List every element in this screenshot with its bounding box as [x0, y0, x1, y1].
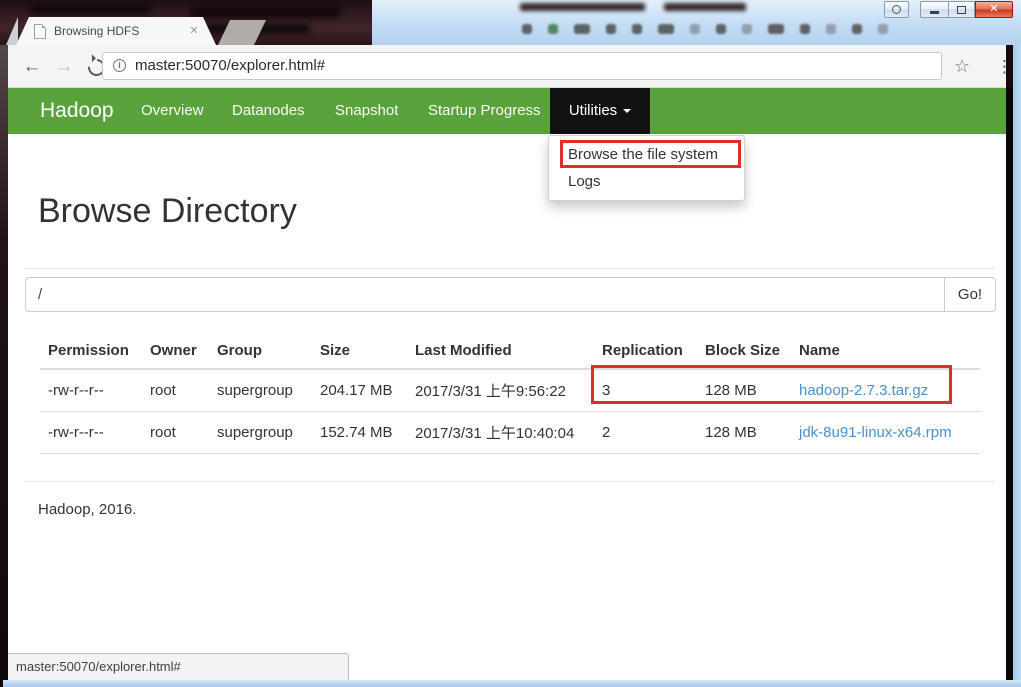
hadoop-navbar: Hadoop Overview Datanodes Snapshot Start…: [8, 88, 1006, 134]
column-header-permission: Permission: [40, 333, 142, 370]
blurred-title-text: [520, 3, 645, 11]
page-title: Browse Directory: [38, 192, 297, 230]
close-icon: ✕: [989, 3, 999, 15]
status-bar: master:50070/explorer.html#: [8, 653, 349, 680]
desktop-gap: [1006, 88, 1013, 680]
file-link[interactable]: jdk-8u91-linux-x64.rpm: [799, 424, 952, 441]
circle-icon: [892, 5, 901, 14]
column-header-size: Size: [312, 333, 407, 370]
background-window-edge: [1013, 45, 1021, 687]
nav-item-snapshot[interactable]: Snapshot: [335, 88, 398, 134]
cell-permission: -rw-r--r--: [40, 369, 142, 412]
dropdown-item-logs[interactable]: Logs: [549, 168, 744, 195]
forward-button: →: [54, 56, 74, 77]
url-text: master:50070/explorer.html#: [135, 57, 326, 74]
nav-item-startup-progress[interactable]: Startup Progress: [428, 88, 541, 134]
cell-block-size: 128 MB: [697, 411, 791, 454]
cell-owner: root: [142, 411, 209, 454]
cell-group: supergroup: [209, 411, 312, 454]
blurred-window-detail: [30, 4, 150, 14]
column-header-owner: Owner: [142, 333, 209, 370]
cell-group: supergroup: [209, 369, 312, 412]
cell-permission: -rw-r--r--: [40, 411, 142, 454]
nav-item-utilities-label: Utilities: [568, 102, 618, 119]
address-bar[interactable]: i master:50070/explorer.html#: [102, 52, 942, 80]
nav-item-datanodes[interactable]: Datanodes: [232, 88, 305, 134]
blurred-toolbar-icon: [716, 24, 726, 34]
blurred-toolbar-icon: [690, 24, 700, 34]
annotation-box-table-row: [591, 365, 952, 404]
column-header-replication: Replication: [594, 333, 697, 370]
maximize-button[interactable]: [948, 1, 975, 18]
page-content: Hadoop Overview Datanodes Snapshot Start…: [8, 88, 1006, 680]
path-input[interactable]: [25, 277, 945, 312]
blurred-toolbar-icon: [632, 24, 642, 34]
blurred-toolbar-icon: [878, 24, 888, 34]
blurred-title-text: [664, 3, 746, 11]
titlebar-extra-button[interactable]: [884, 1, 909, 18]
window-bottom-border: [3, 680, 1021, 687]
browser-menu-icon[interactable]: ⋮: [996, 53, 1013, 81]
nav-item-utilities[interactable]: Utilities: [550, 88, 650, 134]
browser-toolbar: ← → i master:50070/explorer.html# ☆ ⋮: [8, 45, 1013, 88]
blurred-toolbar-icon: [742, 24, 752, 34]
blurred-toolbar-icon: [826, 24, 836, 34]
site-info-icon[interactable]: i: [113, 59, 126, 72]
annotation-box-browse-file-system: [560, 140, 741, 168]
blurred-toolbar-icon: [658, 24, 674, 34]
blurred-toolbar-icon: [548, 24, 558, 34]
caret-down-icon: [623, 109, 632, 114]
minimize-button[interactable]: [920, 1, 948, 18]
bookmark-star-icon[interactable]: ☆: [954, 52, 970, 80]
divider: [25, 268, 995, 269]
blurred-toolbar-icon: [852, 24, 862, 34]
blurred-window-detail: [190, 6, 340, 18]
table-row: -rw-r--r-- root supergroup 152.74 MB 201…: [40, 411, 980, 454]
tab-title: Browsing HDFS: [54, 24, 140, 38]
footer-text: Hadoop, 2016.: [38, 501, 137, 518]
column-header-name: Name: [791, 333, 980, 370]
blurred-toolbar-icon: [574, 24, 590, 34]
cell-size: 152.74 MB: [312, 411, 407, 454]
cell-replication: 2: [594, 411, 697, 454]
page-icon: [34, 24, 46, 39]
cell-name: jdk-8u91-linux-x64.rpm: [791, 411, 980, 454]
blurred-toolbar-icon: [800, 24, 810, 34]
back-button[interactable]: ←: [18, 53, 46, 81]
nav-item-overview[interactable]: Overview: [141, 88, 204, 134]
blurred-toolbar-icon: [606, 24, 616, 34]
blurred-toolbar-icon: [522, 24, 532, 34]
minimize-icon: [930, 11, 939, 14]
close-window-button[interactable]: ✕: [975, 1, 1013, 18]
cell-owner: root: [142, 369, 209, 412]
navbar-brand[interactable]: Hadoop: [40, 88, 114, 134]
column-header-group: Group: [209, 333, 312, 370]
blurred-toolbar-icon: [768, 24, 784, 34]
cell-size: 204.17 MB: [312, 369, 407, 412]
screen: ✕ Browsing HDFS ✕ ← → i master:50070/exp…: [0, 0, 1021, 687]
tab-close-icon[interactable]: ✕: [184, 17, 204, 45]
table-header-row: Permission Owner Group Size Last Modifie…: [40, 333, 980, 370]
browser-tab[interactable]: Browsing HDFS ✕: [16, 17, 216, 45]
blurred-toolbar: [522, 24, 888, 34]
desktop-edge: [0, 45, 8, 687]
divider: [25, 481, 995, 482]
cell-last-modified: 2017/3/31 上午10:40:04: [407, 411, 594, 454]
cell-last-modified: 2017/3/31 上午9:56:22: [407, 369, 594, 412]
column-header-block-size: Block Size: [697, 333, 791, 370]
go-button[interactable]: Go!: [944, 277, 996, 312]
column-header-last-modified: Last Modified: [407, 333, 594, 370]
maximize-icon: [957, 5, 966, 14]
